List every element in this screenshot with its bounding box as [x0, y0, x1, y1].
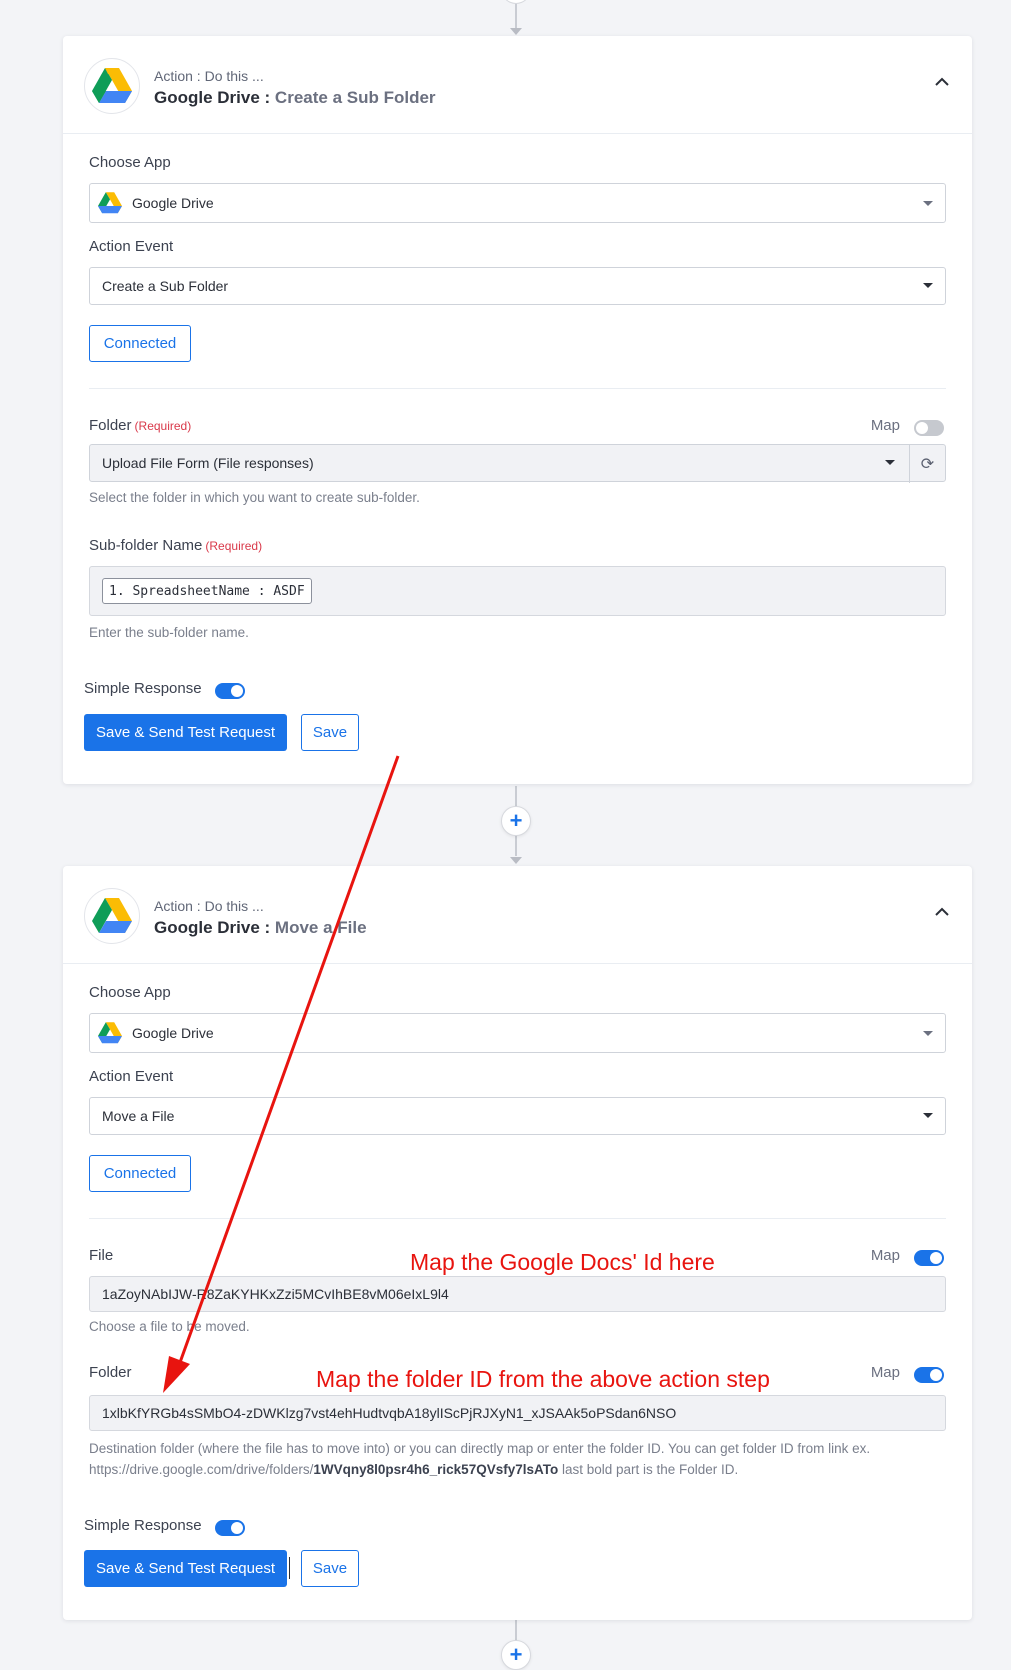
- annotation-file-note: Map the Google Docs' Id here: [410, 1249, 715, 1275]
- annotation-arrow-overlay: [163, 755, 400, 1393]
- annotation-arrowhead: [163, 1356, 190, 1393]
- annotation-arrow-line: [176, 755, 400, 1369]
- annotation-folder-note: Map the folder ID from the above action …: [316, 1366, 770, 1392]
